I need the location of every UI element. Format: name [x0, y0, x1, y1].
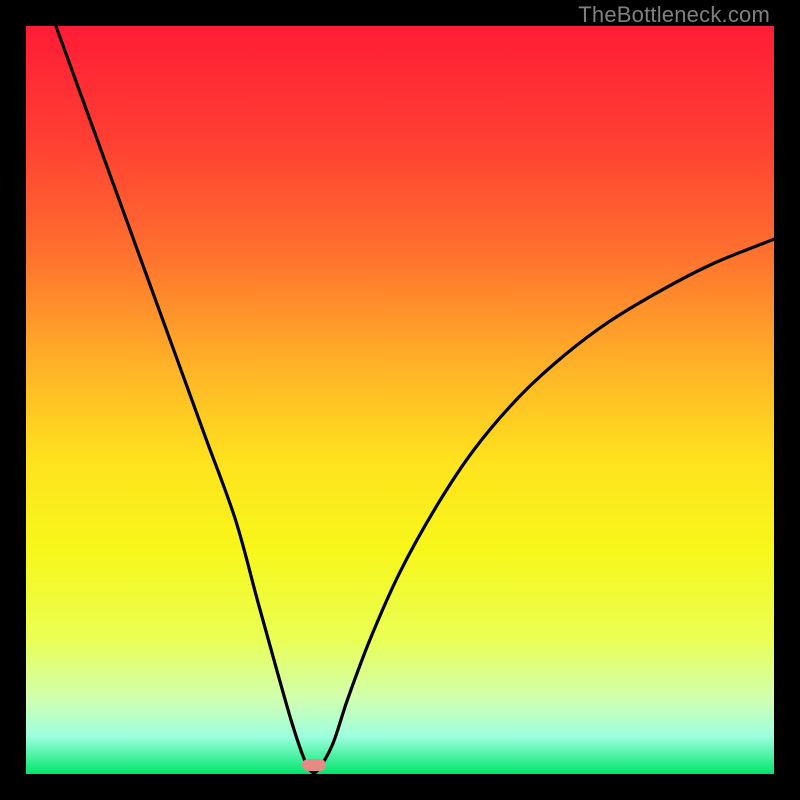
chart-frame — [26, 26, 774, 774]
bottleneck-chart — [26, 26, 774, 774]
watermark-text: TheBottleneck.com — [578, 2, 770, 28]
gradient-background — [26, 26, 774, 774]
optimal-point-marker — [302, 759, 326, 771]
